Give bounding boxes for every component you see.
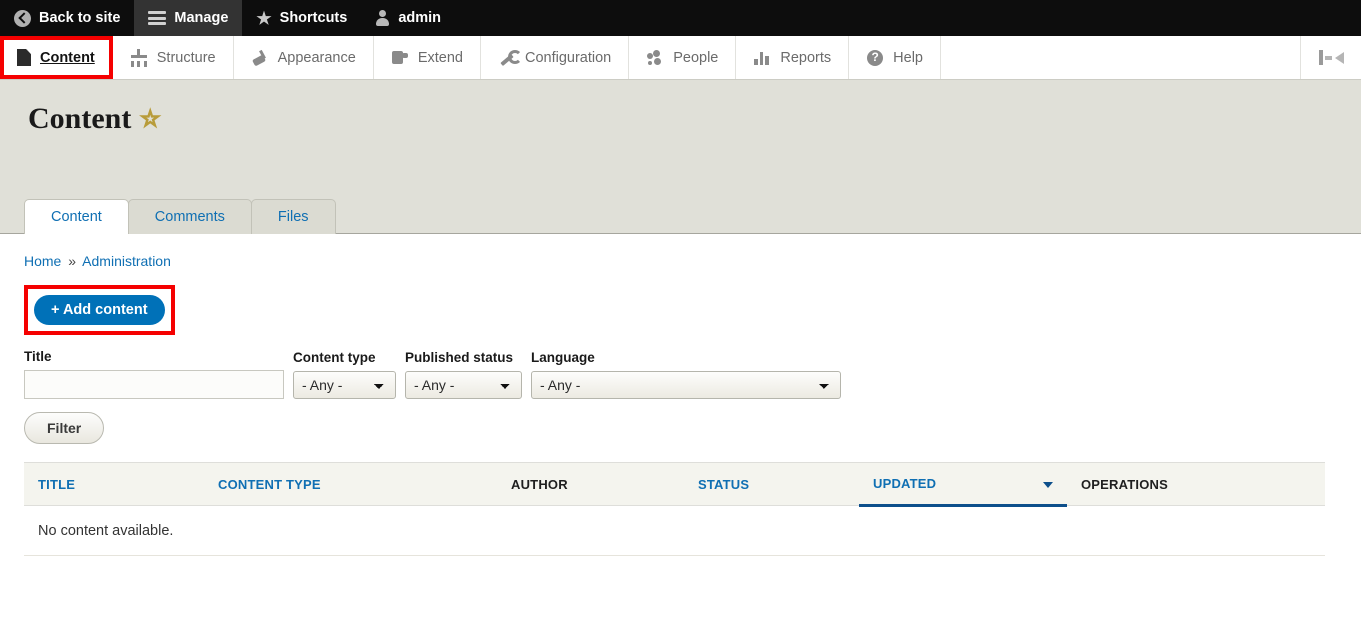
page-title: Content ☆ — [28, 80, 1361, 136]
menu-item-extend[interactable]: Extend — [374, 36, 481, 79]
page-title-text: Content — [28, 102, 132, 135]
back-to-site-button[interactable]: Back to site — [0, 0, 134, 36]
table-header-row: TITLE CONTENT TYPE AUTHOR STATUS UPDATED… — [24, 462, 1325, 507]
column-header-status[interactable]: STATUS — [684, 462, 859, 506]
breadcrumb-home[interactable]: Home — [24, 253, 61, 269]
content-table-body: No content available. — [24, 505, 1325, 556]
column-header-content-type[interactable]: CONTENT TYPE — [204, 462, 497, 506]
menu-label-extend: Extend — [417, 49, 463, 66]
column-header-updated[interactable]: UPDATED — [859, 462, 1067, 507]
menu-label-structure: Structure — [156, 49, 216, 66]
admin-menu-bar: Content Structure Appearance Extend Conf… — [0, 36, 1361, 80]
menu-item-structure[interactable]: Structure — [113, 36, 234, 79]
published-status-select[interactable]: - Any - — [405, 371, 522, 399]
empty-message: No content available. — [24, 505, 1325, 556]
shortcut-star-icon[interactable]: ☆ — [140, 107, 161, 130]
manage-label: Manage — [174, 10, 229, 26]
menu-item-appearance[interactable]: Appearance — [234, 36, 374, 79]
primary-tabs: Content Comments Files — [24, 199, 336, 234]
published-status-label: Published status — [405, 350, 514, 365]
column-header-title[interactable]: TITLE — [24, 462, 204, 506]
document-icon — [17, 49, 31, 66]
tab-files[interactable]: Files — [250, 199, 336, 234]
page-header: Content ☆ Content Comments Files — [0, 80, 1361, 234]
back-to-site-label: Back to site — [39, 10, 121, 26]
filter-language-group: Language - Any - — [531, 350, 841, 399]
content-filter-form: Title Content type - Any - Published sta… — [24, 349, 1337, 399]
question-mark-icon — [866, 49, 884, 67]
puzzle-icon — [391, 49, 409, 67]
filter-title-group: Title — [24, 349, 284, 399]
hamburger-icon — [148, 11, 167, 25]
shortcuts-label: Shortcuts — [279, 10, 348, 26]
menu-item-configuration[interactable]: Configuration — [481, 36, 630, 79]
content-type-label: Content type — [293, 350, 376, 365]
content-type-select[interactable]: - Any - — [293, 371, 396, 399]
menu-label-configuration: Configuration — [524, 49, 612, 66]
language-label: Language — [531, 350, 595, 365]
manage-tab[interactable]: Manage — [134, 0, 243, 36]
bar-chart-icon — [753, 49, 771, 67]
content-table: TITLE CONTENT TYPE AUTHOR STATUS UPDATED… — [24, 462, 1325, 556]
sort-descending-icon — [1043, 481, 1053, 488]
menu-label-help: Help — [893, 49, 923, 66]
filter-published-status-group: Published status - Any - — [405, 350, 522, 399]
filter-content-type-group: Content type - Any - — [293, 350, 396, 399]
column-header-author: AUTHOR — [497, 462, 684, 506]
column-header-operations: OPERATIONS — [1067, 462, 1325, 506]
breadcrumb-administration[interactable]: Administration — [82, 253, 171, 269]
add-content-highlight: + Add content — [24, 285, 175, 335]
menu-label-appearance: Appearance — [277, 49, 356, 66]
content-table-header: TITLE CONTENT TYPE AUTHOR STATUS UPDATED… — [24, 462, 1325, 507]
shortcuts-tab[interactable]: ★ Shortcuts — [242, 0, 361, 36]
column-header-updated-label: UPDATED — [873, 476, 937, 491]
breadcrumb: Home » Administration — [24, 234, 1337, 269]
wrench-icon — [498, 49, 522, 67]
toolbar-orientation-icon — [1318, 50, 1344, 65]
add-content-button[interactable]: + Add content — [34, 295, 165, 325]
title-input[interactable] — [24, 370, 284, 399]
tab-content[interactable]: Content — [24, 199, 129, 234]
menu-item-reports[interactable]: Reports — [736, 36, 850, 79]
menu-item-content[interactable]: Content — [0, 36, 113, 79]
filter-button[interactable]: Filter — [24, 412, 105, 444]
toolbar-orientation-toggle[interactable] — [1301, 36, 1361, 79]
tab-comments[interactable]: Comments — [127, 199, 252, 234]
table-empty-row: No content available. — [24, 505, 1325, 556]
user-account-tab[interactable]: admin — [361, 0, 455, 36]
menu-label-reports: Reports — [780, 49, 832, 66]
language-select[interactable]: - Any - — [531, 371, 841, 399]
menu-label-content: Content — [40, 49, 95, 66]
menu-item-help[interactable]: Help — [849, 36, 941, 79]
menu-label-people: People — [673, 49, 719, 66]
breadcrumb-separator: » — [68, 253, 77, 269]
people-icon — [646, 49, 664, 67]
user-icon — [375, 10, 390, 26]
title-label: Title — [24, 349, 52, 364]
menu-spacer — [941, 36, 1301, 79]
star-icon: ★ — [256, 8, 272, 28]
paintbrush-icon — [251, 49, 269, 67]
menu-item-people[interactable]: People — [629, 36, 737, 79]
admin-toolbar: Back to site Manage ★ Shortcuts admin — [0, 0, 1361, 36]
back-arrow-icon — [14, 9, 31, 27]
main-content: Home » Administration + Add content Titl… — [0, 234, 1361, 556]
structure-icon — [130, 48, 148, 67]
username-label: admin — [398, 10, 442, 26]
